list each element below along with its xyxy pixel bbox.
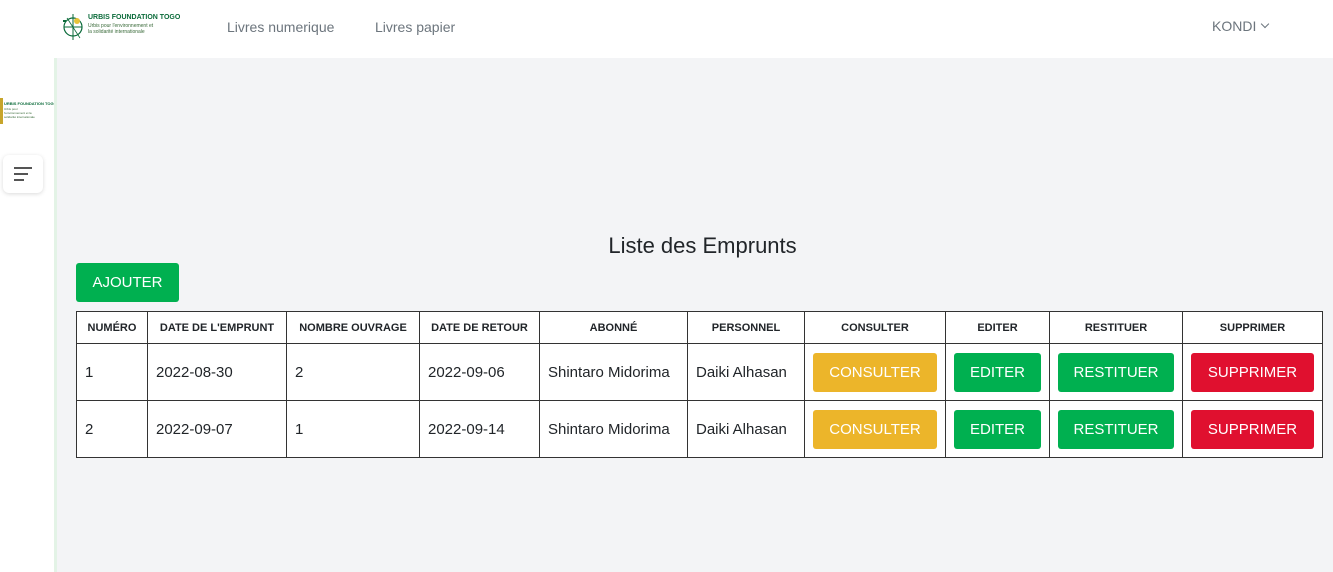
loans-table: NUMÉRO DATE DE L'EMPRUNT NOMBRE OUVRAGE …	[76, 311, 1323, 458]
top-navbar: URBIS FOUNDATION TOGO Urbis pour l'envir…	[0, 0, 1333, 58]
user-name: KONDI	[1212, 18, 1257, 34]
user-menu[interactable]: KONDI	[1212, 18, 1270, 34]
cell-nombre-ouvrage: 2	[286, 343, 420, 401]
cell-abonne: Shintaro Midorima	[539, 343, 688, 401]
main-content: Liste des Emprunts AJOUTER NUMÉRO DATE D…	[54, 58, 1333, 572]
menu-icon-line	[14, 173, 28, 175]
col-header-date-retour: DATE DE RETOUR	[419, 311, 540, 344]
col-header-consulter: CONSULTER	[804, 311, 946, 344]
cell-restituer: RESTITUER	[1049, 343, 1183, 401]
chevron-down-icon	[1261, 19, 1270, 29]
consult-button[interactable]: CONSULTER	[813, 409, 937, 449]
menu-icon-line	[14, 167, 32, 169]
cell-consulter: CONSULTER	[804, 400, 946, 458]
cell-personnel: Daiki Alhasan	[687, 343, 805, 401]
cell-personnel: Daiki Alhasan	[687, 400, 805, 458]
sidebar: URBIS FOUNDATION TOGO Urbis pour l'envir…	[0, 58, 57, 572]
cell-supprimer: SUPPRIMER	[1182, 400, 1323, 458]
return-button[interactable]: RESTITUER	[1058, 352, 1174, 392]
col-header-numero: NUMÉRO	[76, 311, 148, 344]
sidebar-logo-mark-icon	[0, 98, 3, 124]
page-title: Liste des Emprunts	[608, 233, 797, 258]
edit-button[interactable]: EDITER	[954, 409, 1041, 449]
col-header-editer: EDITER	[945, 311, 1050, 344]
delete-button[interactable]: SUPPRIMER	[1191, 409, 1314, 449]
table-row: 1 2022-08-30 2 2022-09-06 Shintaro Midor…	[76, 343, 1323, 401]
logo-title: URBIS FOUNDATION TOGO	[88, 14, 181, 21]
sidebar-logo-title: URBIS FOUNDATION TOGO	[4, 101, 57, 106]
cell-numero: 1	[76, 343, 148, 401]
cell-date-emprunt: 2022-09-07	[147, 400, 287, 458]
sidebar-logo-subtitle: Urbis pour l'environnement et la solidar…	[4, 107, 35, 119]
return-button[interactable]: RESTITUER	[1058, 409, 1174, 449]
cell-supprimer: SUPPRIMER	[1182, 343, 1323, 401]
col-header-date-emprunt: DATE DE L'EMPRUNT	[147, 311, 287, 344]
cell-numero: 2	[76, 400, 148, 458]
add-button[interactable]: AJOUTER	[76, 263, 179, 302]
cell-date-emprunt: 2022-08-30	[147, 343, 287, 401]
globe-logo-icon	[63, 14, 83, 40]
cell-nombre-ouvrage: 1	[286, 400, 420, 458]
consult-button[interactable]: CONSULTER	[813, 352, 937, 392]
cell-restituer: RESTITUER	[1049, 400, 1183, 458]
table-header-row: NUMÉRO DATE DE L'EMPRUNT NOMBRE OUVRAGE …	[76, 311, 1323, 344]
cell-editer: EDITER	[945, 343, 1050, 401]
col-header-restituer: RESTITUER	[1049, 311, 1183, 344]
cell-consulter: CONSULTER	[804, 343, 946, 401]
nav-link-livres-papier[interactable]: Livres papier	[375, 19, 455, 35]
col-header-supprimer: SUPPRIMER	[1182, 311, 1323, 344]
col-header-nombre-ouvrage: NOMBRE OUVRAGE	[286, 311, 420, 344]
logo-subtitle: Urbis pour l'environnement et la solidar…	[88, 23, 154, 35]
cell-abonne: Shintaro Midorima	[539, 400, 688, 458]
nav-link-livres-numerique[interactable]: Livres numerique	[227, 19, 334, 35]
cell-editer: EDITER	[945, 400, 1050, 458]
menu-icon-line	[14, 179, 24, 181]
sidebar-logo[interactable]: URBIS FOUNDATION TOGO Urbis pour l'envir…	[0, 98, 57, 128]
col-header-personnel: PERSONNEL	[687, 311, 805, 344]
brand-logo[interactable]: URBIS FOUNDATION TOGO Urbis pour l'envir…	[62, 10, 192, 46]
cell-date-retour: 2022-09-14	[419, 400, 540, 458]
table-row: 2 2022-09-07 1 2022-09-14 Shintaro Midor…	[76, 400, 1323, 458]
edit-button[interactable]: EDITER	[954, 352, 1041, 392]
menu-toggle-button[interactable]	[3, 155, 43, 193]
col-header-abonne: ABONNÉ	[539, 311, 688, 344]
delete-button[interactable]: SUPPRIMER	[1191, 352, 1314, 392]
cell-date-retour: 2022-09-06	[419, 343, 540, 401]
